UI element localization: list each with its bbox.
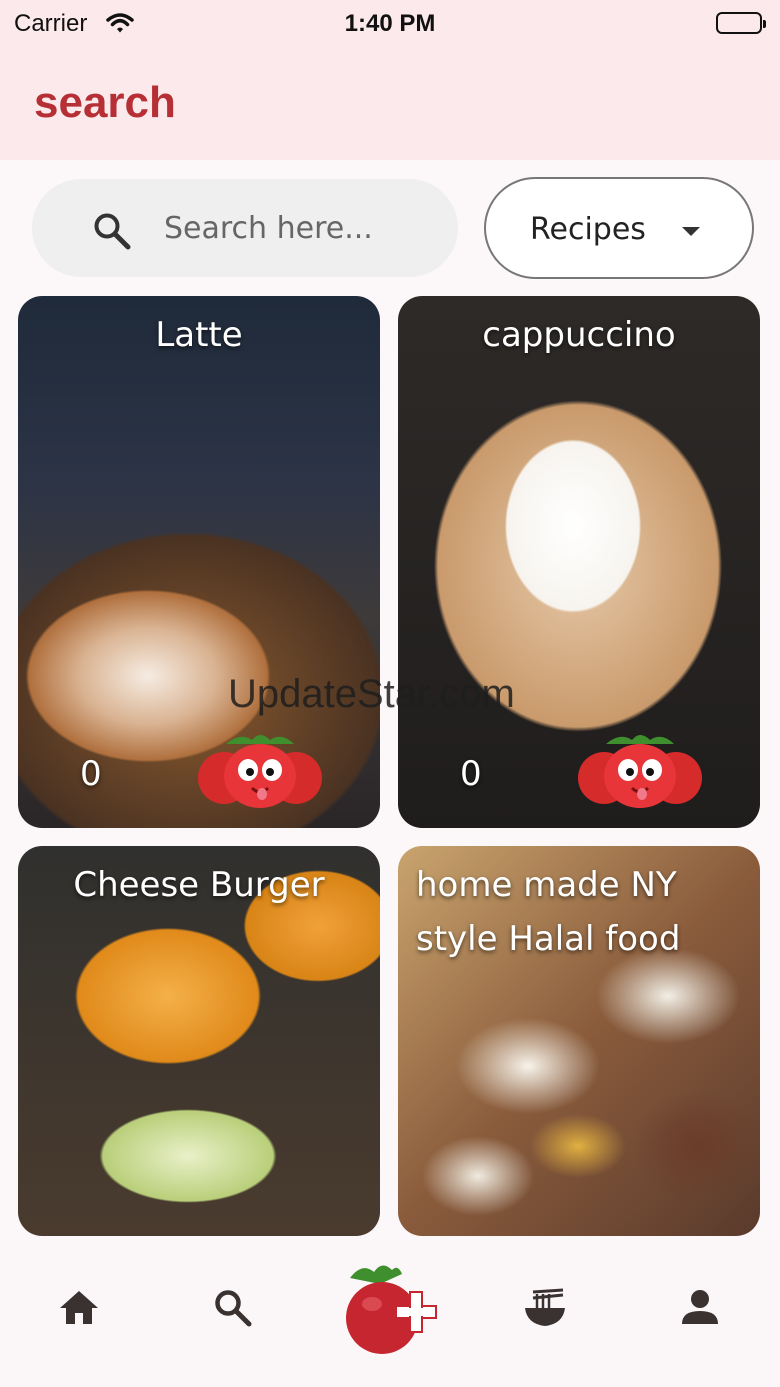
search-placeholder: Search here... xyxy=(164,211,373,246)
like-count: 0 xyxy=(80,754,102,794)
page-title: search xyxy=(34,78,176,127)
person-icon[interactable] xyxy=(680,1288,720,1332)
app-bar: search xyxy=(0,48,780,160)
category-dropdown[interactable]: Recipes xyxy=(484,177,754,279)
bottom-nav xyxy=(0,1240,780,1387)
noodle-bowl-icon[interactable] xyxy=(523,1288,567,1334)
like-count: 0 xyxy=(460,754,482,794)
tomato-like-icon[interactable] xyxy=(576,732,704,812)
recipe-card-latte[interactable]: Latte 0 xyxy=(18,296,380,828)
recipe-card-cappuccino[interactable]: cappuccino 0 xyxy=(398,296,760,828)
search-input[interactable]: Search here... xyxy=(32,179,458,277)
recipe-card-title: Cheese Burger xyxy=(73,865,325,905)
status-time: 1:40 PM xyxy=(344,10,436,37)
recipe-card-cheese-burger[interactable]: Cheese Burger xyxy=(18,846,380,1236)
recipe-card-title: cappuccino xyxy=(482,315,676,355)
search-icon[interactable] xyxy=(213,1288,253,1332)
status-bar: Carrier 1:40 PM xyxy=(0,0,780,48)
watermark: UpdateStar.com xyxy=(228,672,515,716)
recipe-card-halal-food[interactable]: home made NY style Halal food xyxy=(398,846,760,1236)
home-icon[interactable] xyxy=(58,1288,100,1332)
battery-icon xyxy=(716,12,766,34)
tomato-like-icon[interactable] xyxy=(196,732,324,812)
tomato-add-icon[interactable] xyxy=(340,1258,444,1362)
recipe-card-title: home made NY style Halal food xyxy=(416,865,681,959)
search-icon xyxy=(92,211,132,255)
caret-down-icon xyxy=(682,227,700,236)
recipe-card-title: Latte xyxy=(155,315,243,355)
dropdown-selected-value: Recipes xyxy=(530,212,646,247)
